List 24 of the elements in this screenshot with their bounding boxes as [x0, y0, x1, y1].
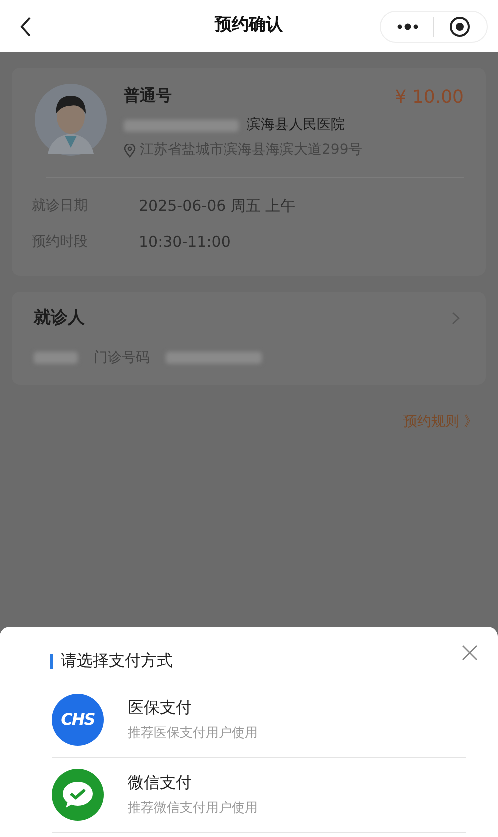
location-icon	[124, 144, 136, 158]
chat-bubble-check-icon	[52, 769, 104, 821]
insurance-logo-icon: CHS	[52, 694, 104, 746]
close-icon[interactable]	[462, 645, 478, 661]
method-name: 微信支付	[128, 772, 193, 794]
accent-bar	[50, 654, 53, 668]
doctor-avatar-icon	[32, 84, 110, 156]
back-icon[interactable]	[20, 17, 32, 37]
blurred-text	[34, 352, 78, 364]
payment-option[interactable]: CHS 医保支付 推荐医保支付用户使用	[52, 683, 466, 758]
sheet-title: 请选择支付方式	[61, 650, 173, 672]
price: ¥ 10.00	[395, 86, 464, 110]
page-title: 预约确认	[215, 14, 283, 38]
more-icon[interactable]	[397, 23, 419, 31]
close-target-icon[interactable]	[449, 16, 471, 38]
method-hint: 推荐微信支付用户使用	[128, 800, 258, 818]
detail-value: 2025-06-06 周五 上午	[139, 196, 296, 217]
method-hint: 推荐医保支付用户使用	[128, 725, 258, 744]
payment-option[interactable]: 微信支付 推荐微信支付用户使用	[52, 758, 466, 833]
detail-value: 10:30-11:00	[139, 232, 231, 253]
hospital-name: 滨海县人民医院	[247, 116, 345, 135]
ticket-type: 普通号	[124, 85, 172, 107]
method-name: 医保支付	[128, 697, 193, 720]
section-title: 就诊人	[34, 307, 85, 330]
